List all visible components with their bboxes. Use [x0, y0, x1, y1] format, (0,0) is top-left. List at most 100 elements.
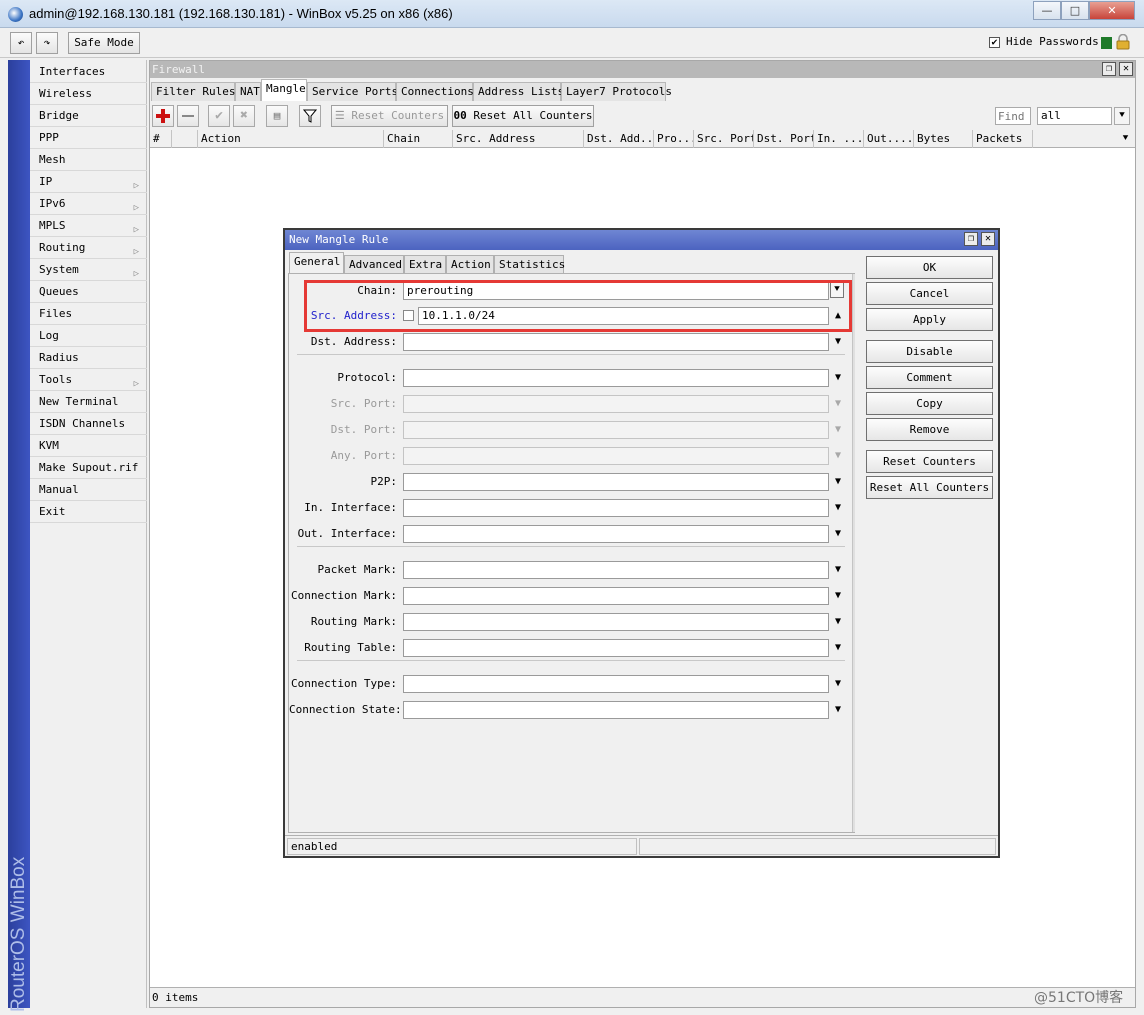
protocol-dropdown-arrow-icon[interactable]: ▼ [831, 369, 845, 387]
menu-item-isdn-channels[interactable]: ISDN Channels [30, 413, 147, 435]
p2p-field[interactable] [403, 473, 829, 491]
dst-port-dropdown-arrow-icon[interactable]: ▼ [831, 421, 845, 439]
enable-rule-button[interactable]: ✔ [208, 105, 230, 127]
in-interface-field[interactable] [403, 499, 829, 517]
column-header[interactable]: Src. Port [694, 130, 754, 148]
tab-address-lists[interactable]: Address Lists [473, 82, 564, 101]
column-header[interactable]: Bytes [914, 130, 973, 148]
menu-item-mesh[interactable]: Mesh [30, 149, 147, 171]
menu-item-manual[interactable]: Manual [30, 479, 147, 501]
tab-filter-rules[interactable]: Filter Rules [151, 82, 235, 101]
filter-button[interactable] [299, 105, 321, 127]
minimize-button[interactable]: — [1033, 1, 1061, 20]
apply-button[interactable]: Apply [866, 308, 993, 331]
remove-rule-button[interactable] [177, 105, 199, 127]
dst-port-field[interactable] [403, 421, 829, 439]
dialog-tab-action[interactable]: Action [446, 255, 494, 274]
firewall-maximize-button[interactable]: ❐ [1102, 62, 1116, 76]
src-port-field[interactable] [403, 395, 829, 413]
menu-item-files[interactable]: Files [30, 303, 147, 325]
filter-select[interactable]: all [1037, 107, 1112, 125]
column-header[interactable]: Dst. Port [754, 130, 814, 148]
dialog-close-button[interactable]: ✕ [981, 232, 995, 246]
menu-item-routing[interactable]: Routing ▷ [30, 237, 147, 259]
connection-state-dropdown-arrow-icon[interactable]: ▼ [831, 701, 845, 719]
redo-button[interactable]: ↷ [36, 32, 58, 54]
menu-item-new-terminal[interactable]: New Terminal [30, 391, 147, 413]
p2p-dropdown-arrow-icon[interactable]: ▼ [831, 473, 845, 491]
column-header[interactable]: Chain [384, 130, 453, 148]
menu-item-queues[interactable]: Queues [30, 281, 147, 303]
menu-item-ppp[interactable]: PPP [30, 127, 147, 149]
menu-item-exit[interactable]: Exit [30, 501, 147, 523]
column-header[interactable] [172, 130, 198, 148]
routing-table-dropdown-arrow-icon[interactable]: ▼ [831, 639, 845, 657]
dst-address-field[interactable] [403, 333, 829, 351]
menu-item-mpls[interactable]: MPLS ▷ [30, 215, 147, 237]
menu-item-log[interactable]: Log [30, 325, 147, 347]
dialog-maximize-button[interactable]: ❐ [964, 232, 978, 246]
tab-nat[interactable]: NAT [235, 82, 261, 101]
cancel-button[interactable]: Cancel [866, 282, 993, 305]
dialog-tab-advanced[interactable]: Advanced [344, 255, 404, 274]
close-window-button[interactable]: ✕ [1089, 1, 1135, 20]
menu-item-bridge[interactable]: Bridge [30, 105, 147, 127]
menu-item-tools[interactable]: Tools ▷ [30, 369, 147, 391]
any-port-field[interactable] [403, 447, 829, 465]
undo-button[interactable]: ↶ [10, 32, 32, 54]
firewall-close-button[interactable]: ✕ [1119, 62, 1133, 76]
dst-address-dropdown-arrow-icon[interactable]: ▼ [831, 333, 845, 351]
menu-item-make-supout-rif[interactable]: Make Supout.rif [30, 457, 147, 479]
column-header[interactable]: Pro... [654, 130, 694, 148]
src-port-dropdown-arrow-icon[interactable]: ▼ [831, 395, 845, 413]
menu-item-kvm[interactable]: KVM [30, 435, 147, 457]
connection-mark-field[interactable] [403, 587, 829, 605]
column-header[interactable]: # [150, 130, 172, 148]
column-header[interactable]: Dst. Add... [584, 130, 654, 148]
column-header[interactable]: In. ... [814, 130, 864, 148]
routing-mark-dropdown-arrow-icon[interactable]: ▼ [831, 613, 845, 631]
reset-counters-button[interactable]: Reset Counters [866, 450, 993, 473]
remove-button[interactable]: Remove [866, 418, 993, 441]
menu-item-ipv6[interactable]: IPv6 ▷ [30, 193, 147, 215]
column-header[interactable]: Packets [973, 130, 1033, 148]
reset-all-counters-button[interactable]: 00 Reset All Counters [452, 105, 594, 127]
dialog-tab-general[interactable]: General [289, 252, 344, 274]
reset-all-counters-button[interactable]: Reset All Counters [866, 476, 993, 499]
safe-mode-button[interactable]: Safe Mode [68, 32, 140, 54]
any-port-dropdown-arrow-icon[interactable]: ▼ [831, 447, 845, 465]
ok-button[interactable]: OK [866, 256, 993, 279]
protocol-field[interactable] [403, 369, 829, 387]
filter-dropdown-arrow[interactable]: ⯆ [1114, 107, 1130, 125]
out-interface-field[interactable] [403, 525, 829, 543]
disable-button[interactable]: Disable [866, 340, 993, 363]
connection-type-dropdown-arrow-icon[interactable]: ▼ [831, 675, 845, 693]
window-title-bar[interactable]: admin@192.168.130.181 (192.168.130.181) … [0, 0, 1144, 28]
comment-button[interactable]: Comment [866, 366, 993, 389]
packet-mark-field[interactable] [403, 561, 829, 579]
menu-item-wireless[interactable]: Wireless [30, 83, 147, 105]
add-rule-button[interactable] [152, 105, 174, 127]
tab-layer7-protocols[interactable]: Layer7 Protocols [561, 82, 672, 101]
column-header[interactable]: Out.... [864, 130, 914, 148]
packet-mark-dropdown-arrow-icon[interactable]: ▼ [831, 561, 845, 579]
menu-item-system[interactable]: System ▷ [30, 259, 147, 281]
disable-rule-button[interactable]: ✖ [233, 105, 255, 127]
dialog-tab-statistics[interactable]: Statistics [494, 255, 565, 274]
columns-menu-arrow-icon[interactable]: ⯆ [1116, 130, 1135, 148]
find-input[interactable] [995, 107, 1031, 125]
copy-button[interactable]: Copy [866, 392, 993, 415]
routing-table-field[interactable] [403, 639, 829, 657]
menu-item-ip[interactable]: IP ▷ [30, 171, 147, 193]
column-header[interactable]: Src. Address [453, 130, 584, 148]
hide-passwords-checkbox[interactable]: ✔ [989, 37, 1000, 48]
dialog-title-bar[interactable]: New Mangle Rule ❐ ✕ [285, 230, 998, 250]
connection-mark-dropdown-arrow-icon[interactable]: ▼ [831, 587, 845, 605]
comment-button[interactable]: ▤ [266, 105, 288, 127]
reset-counters-button[interactable]: ☰ Reset Counters [331, 105, 448, 127]
in-interface-dropdown-arrow-icon[interactable]: ▼ [831, 499, 845, 517]
dialog-tab-extra[interactable]: Extra [404, 255, 446, 274]
routing-mark-field[interactable] [403, 613, 829, 631]
menu-item-radius[interactable]: Radius [30, 347, 147, 369]
out-interface-dropdown-arrow-icon[interactable]: ▼ [831, 525, 845, 543]
